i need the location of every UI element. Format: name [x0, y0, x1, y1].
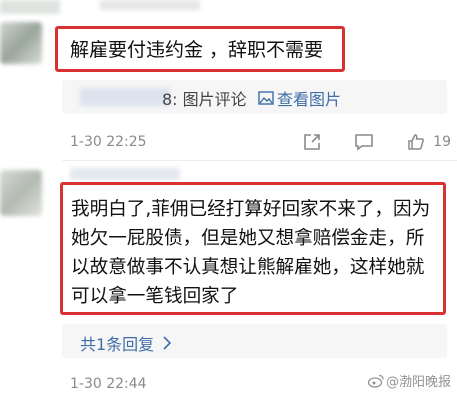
avatar[interactable]: [0, 22, 42, 64]
divider: [62, 160, 457, 161]
comment-text-box: 解雇要付违约金 ，辞职不需要: [55, 26, 345, 72]
share-icon[interactable]: [301, 131, 323, 153]
weibo-icon: [367, 374, 384, 388]
comment-text: 我明白了,菲佣已经打算好回家不来了，因为她欠一屁股债，但是她又想拿赔偿金走，所以…: [71, 199, 431, 307]
avatar[interactable]: [0, 170, 42, 216]
watermark-text: @渤阳晚报: [385, 375, 451, 390]
replies-label: 共1条回复: [80, 335, 155, 354]
blurred-top-text: [100, 0, 200, 10]
comment-icon[interactable]: [353, 131, 375, 153]
comment-text: 解雇要付违约金 ，辞职不需要: [70, 39, 324, 61]
comment-time: 1-30 22:25: [70, 134, 147, 150]
like-count: 19: [433, 134, 451, 150]
chevron-right-icon: [162, 336, 172, 350]
thumbs-up-icon: [405, 131, 427, 153]
comment-meta: 1-30 22:25 19: [70, 130, 451, 154]
blurred-top-fragment: [0, 0, 60, 14]
image-icon: [258, 91, 274, 105]
comment-time: 1-30 22:44: [70, 376, 147, 392]
image-comment-label: 8: 图片评论: [162, 90, 247, 109]
replies-panel[interactable]: 共1条回复: [62, 324, 447, 358]
view-image-label: 查看图片: [277, 90, 342, 109]
view-image-link[interactable]: 查看图片: [258, 86, 341, 110]
like-button[interactable]: 19: [405, 131, 451, 153]
comment-actions: 19: [301, 131, 451, 153]
comment-text-box: 我明白了,菲佣已经打算好回家不来了，因为她欠一屁股债，但是她又想拿赔偿金走，所以…: [60, 182, 446, 315]
blurred-username: [80, 88, 170, 106]
blurred-username: [70, 168, 180, 180]
replies-link[interactable]: 共1条回复: [80, 331, 172, 355]
watermark: @渤阳晚报: [367, 371, 451, 390]
image-comment-panel[interactable]: 8: 图片评论 查看图片: [62, 80, 447, 114]
